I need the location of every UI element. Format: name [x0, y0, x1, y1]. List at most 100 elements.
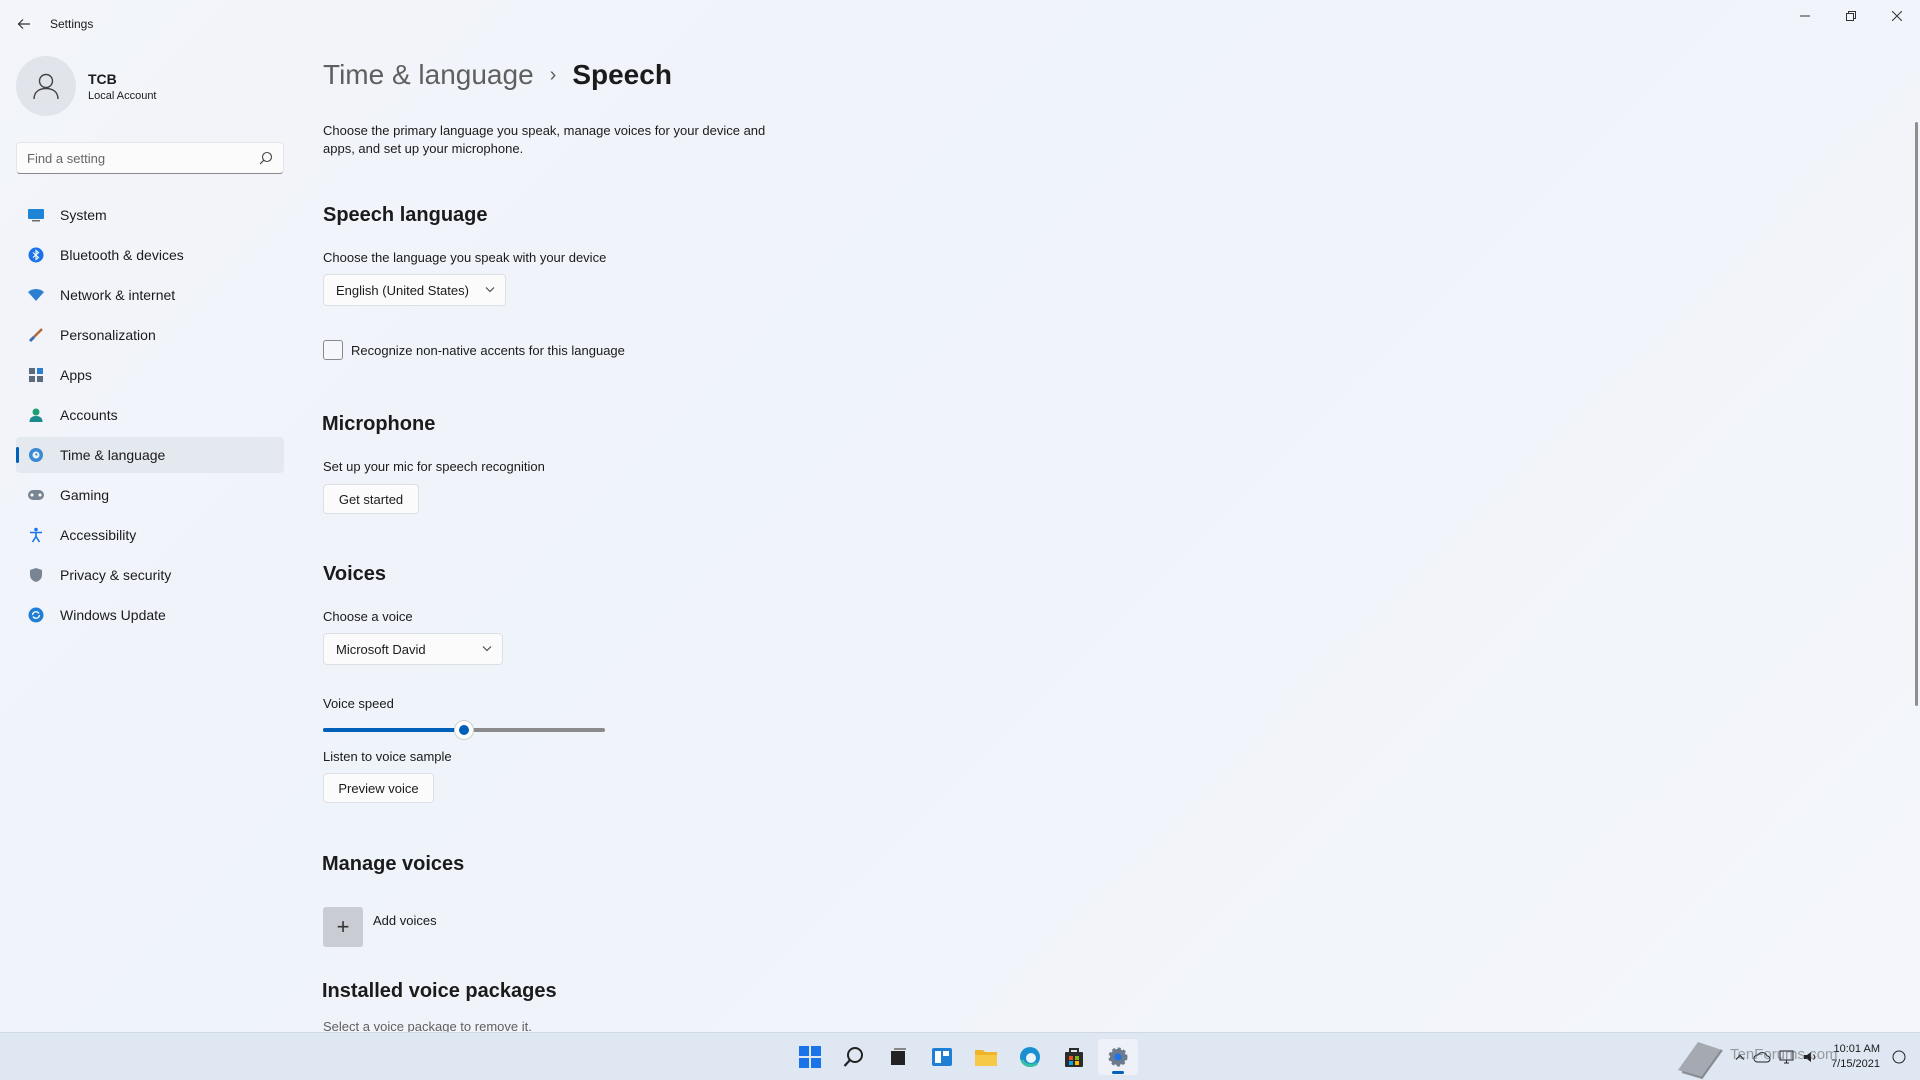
back-button[interactable] [12, 12, 36, 36]
slider-fill [323, 728, 464, 732]
gamepad-icon [27, 486, 45, 504]
user-profile[interactable]: TCB Local Account [16, 56, 157, 116]
task-view-icon[interactable] [878, 1039, 918, 1075]
dropdown-value: English (United States) [336, 282, 469, 298]
chevron-down-icon [485, 287, 495, 293]
speech-language-dropdown[interactable]: English (United States) [323, 274, 506, 306]
sidebar-item-label: Accounts [60, 407, 118, 423]
close-button[interactable] [1874, 0, 1920, 32]
search-input[interactable] [27, 150, 247, 166]
restore-button[interactable] [1828, 0, 1874, 32]
sidebar-item-accessibility[interactable]: Accessibility [16, 517, 284, 553]
chevron-down-icon [482, 646, 492, 652]
brush-icon [27, 326, 45, 344]
sidebar-item-label: Apps [60, 367, 92, 383]
sidebar-item-label: Windows Update [60, 607, 166, 623]
sidebar-item-system[interactable]: System [16, 197, 284, 233]
settings-icon[interactable] [1098, 1039, 1138, 1075]
person-icon [27, 406, 45, 424]
sidebar-item-label: Accessibility [60, 527, 137, 543]
choose-voice-label: Choose a voice [323, 609, 413, 624]
search-icon[interactable] [834, 1039, 874, 1075]
sidebar-item-label: Personalization [60, 327, 156, 343]
shield-icon [27, 566, 45, 584]
dropdown-value: Microsoft David [336, 641, 426, 657]
page-description: Choose the primary language you speak, m… [323, 123, 766, 156]
slider-thumb[interactable] [454, 720, 474, 740]
restore-icon [1846, 11, 1856, 21]
add-voices-label: Add voices [373, 913, 437, 928]
page-title: Speech [572, 59, 672, 90]
speech-language-label: Choose the language you speak with your … [323, 250, 607, 265]
accessibility-icon [27, 526, 45, 544]
minimize-icon [1800, 15, 1810, 17]
sidebar-item-gaming[interactable]: Gaming [16, 477, 284, 513]
preview-voice-button[interactable]: Preview voice [323, 773, 434, 803]
title-bar: Settings [0, 0, 1920, 48]
microphone-label: Set up your mic for speech recognition [323, 459, 545, 474]
globe-clock-icon [27, 446, 45, 464]
sidebar-item-network-internet[interactable]: Network & internet [16, 277, 284, 313]
sidebar-item-label: Time & language [60, 447, 166, 463]
voice-sample-label: Listen to voice sample [323, 749, 452, 764]
checkbox-label: Recognize non-native accents for this la… [351, 342, 625, 358]
sidebar-nav: System Bluetooth & devices Network & int… [16, 197, 284, 637]
person-outline-icon [33, 73, 59, 100]
manage-voices-heading: Manage voices [322, 853, 465, 875]
voice-speed-slider[interactable] [323, 719, 605, 740]
window-controls [1782, 0, 1920, 32]
breadcrumb: Time & language › Speech [323, 50, 1883, 100]
user-name: TCB [88, 70, 117, 87]
voices-heading: Voices [323, 563, 386, 585]
clock-date: 7/15/2021 [1831, 1058, 1880, 1070]
apps-icon [27, 366, 45, 384]
back-arrow-icon [17, 19, 30, 29]
taskbar-apps [788, 1039, 1140, 1075]
taskbar: 10:01 AM 7/15/2021 [0, 1032, 1920, 1080]
plus-icon[interactable]: + [323, 907, 363, 947]
app-title: Settings [50, 17, 94, 31]
sidebar-item-windows-update[interactable]: Windows Update [16, 597, 284, 633]
minimize-button[interactable] [1782, 0, 1828, 32]
scrollbar[interactable] [1915, 122, 1918, 706]
settings-window: Settings TCB Local Account Find a settin… [0, 0, 1920, 1034]
search-box[interactable] [16, 142, 284, 174]
voice-dropdown[interactable]: Microsoft David [323, 633, 503, 665]
account-type: Local Account [88, 89, 157, 102]
start-icon[interactable] [790, 1039, 830, 1075]
sidebar-item-bluetooth-devices[interactable]: Bluetooth & devices [16, 237, 284, 273]
store-icon[interactable] [1054, 1039, 1094, 1075]
speech-language-heading: Speech language [323, 204, 488, 226]
watermark-text: TenForums.com [1730, 1046, 1838, 1063]
wifi-icon [27, 286, 45, 304]
get-started-button[interactable]: Get started [323, 484, 419, 514]
monitor-icon [27, 206, 45, 224]
sidebar-item-apps[interactable]: Apps [16, 357, 284, 393]
installed-voices-heading: Installed voice packages [322, 980, 557, 1002]
widgets-icon[interactable] [922, 1039, 962, 1075]
search-icon[interactable] [259, 151, 273, 168]
file-explorer-icon[interactable] [966, 1039, 1006, 1075]
breadcrumb-parent[interactable]: Time & language [323, 59, 534, 91]
main-content: Time & language › Speech Choose the prim… [322, 50, 1883, 1034]
bluetooth-icon [27, 246, 45, 264]
sidebar-item-label: System [60, 207, 107, 223]
add-voices-row[interactable]: + Add voices [323, 907, 437, 947]
sidebar-item-label: Bluetooth & devices [60, 247, 184, 263]
sidebar-item-accounts[interactable]: Accounts [16, 397, 284, 433]
sidebar-item-privacy-security[interactable]: Privacy & security [16, 557, 284, 593]
notification-icon[interactable] [1892, 1050, 1906, 1064]
clock[interactable]: 10:01 AM 7/15/2021 [1831, 1042, 1880, 1072]
chevron-right-icon: › [549, 63, 557, 86]
avatar [16, 56, 76, 116]
non-native-accents-checkbox[interactable] [323, 340, 343, 360]
watermark-book-icon [1678, 1042, 1723, 1080]
voice-speed-label: Voice speed [323, 696, 394, 711]
sidebar-item-label: Privacy & security [60, 567, 172, 583]
sidebar-item-label: Network & internet [60, 287, 176, 303]
non-native-accents-option[interactable]: Recognize non-native accents for this la… [323, 340, 625, 360]
edge-icon[interactable] [1010, 1039, 1050, 1075]
sidebar-item-time-language[interactable]: Time & language [16, 437, 284, 473]
close-icon [1892, 11, 1902, 21]
sidebar-item-personalization[interactable]: Personalization [16, 317, 284, 353]
